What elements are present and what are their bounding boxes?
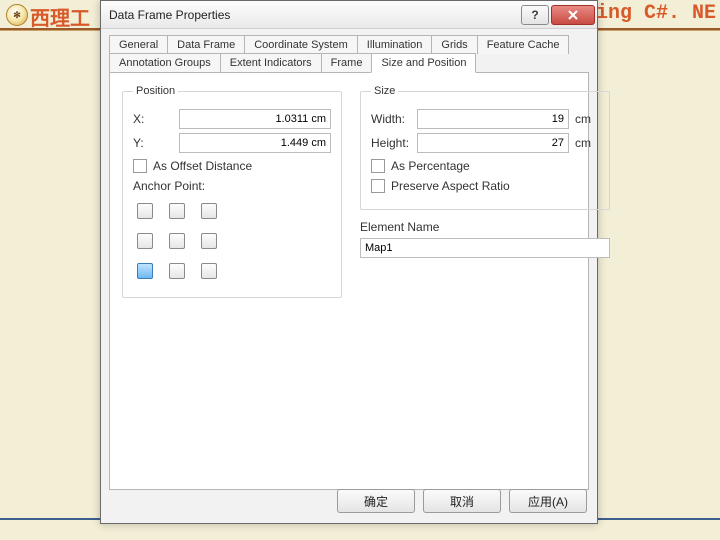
tab-size-and-position[interactable]: Size and Position [371, 53, 476, 73]
tab-feature-cache[interactable]: Feature Cache [477, 35, 570, 54]
position-legend: Position [133, 85, 178, 97]
x-input[interactable] [179, 109, 331, 129]
tab-grids[interactable]: Grids [431, 35, 477, 54]
offset-distance-label: As Offset Distance [153, 159, 252, 173]
tab-strip: General Data Frame Coordinate System Ill… [101, 29, 597, 490]
question-icon: ? [531, 8, 538, 22]
apply-button[interactable]: 应用(A) [509, 489, 587, 513]
anchor-point-grid [133, 199, 331, 287]
cancel-button[interactable]: 取消 [423, 489, 501, 513]
as-percentage-label: As Percentage [391, 159, 470, 173]
help-button[interactable]: ? [521, 5, 549, 25]
anchor-point-tr[interactable] [201, 203, 217, 219]
data-frame-properties-dialog: Data Frame Properties ? General Data Fra… [100, 0, 598, 524]
dialog-button-bar: 确定 取消 应用(A) [337, 489, 587, 513]
height-input[interactable] [417, 133, 569, 153]
y-input[interactable] [179, 133, 331, 153]
height-unit: cm [575, 136, 599, 150]
preserve-aspect-label: Preserve Aspect Ratio [391, 179, 510, 193]
anchor-point-tl[interactable] [137, 203, 153, 219]
tab-data-frame[interactable]: Data Frame [167, 35, 245, 54]
tab-extent-indicators[interactable]: Extent Indicators [220, 53, 322, 73]
ok-button[interactable]: 确定 [337, 489, 415, 513]
anchor-point-mc[interactable] [169, 233, 185, 249]
tab-annotation-groups[interactable]: Annotation Groups [109, 53, 221, 73]
element-name-label: Element Name [360, 220, 610, 234]
as-percentage-checkbox[interactable] [371, 159, 385, 173]
institution-logo: ✻ [6, 4, 28, 26]
width-input[interactable] [417, 109, 569, 129]
close-button[interactable] [551, 5, 595, 25]
element-name-input[interactable] [360, 238, 610, 258]
y-label: Y: [133, 136, 179, 150]
tab-frame[interactable]: Frame [321, 53, 373, 73]
offset-distance-checkbox[interactable] [133, 159, 147, 173]
anchor-point-bl[interactable] [137, 263, 153, 279]
position-group: Position X: Y: As Offset Distance [122, 85, 342, 298]
anchor-point-label: Anchor Point: [133, 179, 331, 193]
anchor-point-tc[interactable] [169, 203, 185, 219]
dialog-title: Data Frame Properties [109, 8, 519, 22]
tab-coordinate-system[interactable]: Coordinate System [244, 35, 358, 54]
size-legend: Size [371, 85, 398, 97]
tab-illumination[interactable]: Illumination [357, 35, 433, 54]
slide-title-left: 西理工 [30, 2, 90, 31]
width-label: Width: [371, 112, 417, 126]
x-label: X: [133, 112, 179, 126]
anchor-point-bc[interactable] [169, 263, 185, 279]
anchor-point-mr[interactable] [201, 233, 217, 249]
anchor-point-ml[interactable] [137, 233, 153, 249]
preserve-aspect-checkbox[interactable] [371, 179, 385, 193]
anchor-point-br[interactable] [201, 263, 217, 279]
dialog-titlebar[interactable]: Data Frame Properties ? [101, 1, 597, 29]
close-icon [567, 9, 579, 21]
width-unit: cm [575, 112, 599, 126]
size-group: Size Width: cm Height: cm [360, 85, 610, 210]
tab-general[interactable]: General [109, 35, 168, 54]
tab-panel-size-position: Position X: Y: As Offset Distance [109, 72, 589, 490]
height-label: Height: [371, 136, 417, 150]
